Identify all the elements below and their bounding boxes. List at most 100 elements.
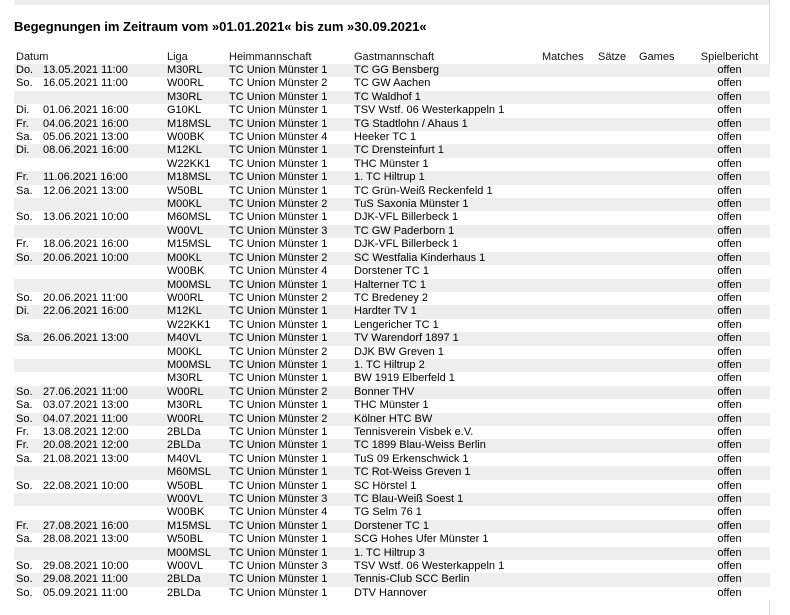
cell-guest-team: TG Selm 76 1 (352, 506, 540, 520)
cell-liga: W00BK (165, 265, 227, 279)
cell-matches (540, 546, 596, 561)
cell-liga: M00KL (165, 198, 227, 212)
cell-liga: W00VL (165, 224, 227, 239)
cell-guest-team: Tennisverein Visbek e.V. (352, 425, 540, 440)
cell-saetze (596, 171, 637, 185)
cell-home-team: TC Union Münster 3 (227, 560, 352, 574)
cell-matches (540, 439, 596, 453)
cell-weekday: Sa. (14, 332, 41, 346)
cell-guest-team: THC Münster 1 (352, 157, 540, 172)
cell-datetime (41, 345, 165, 359)
cell-games (637, 399, 687, 413)
cell-weekday: Sa. (14, 452, 41, 467)
table-row: Di. 01.06.2021 16:00 G10KL TC Union Münster… (14, 104, 770, 118)
cell-weekday: Fr. (14, 117, 41, 132)
table-row: W22KK1 TC Union Münster 1 Lengericher TC 1… (14, 318, 770, 333)
cell-liga: G10KL (165, 104, 227, 118)
cell-liga: M30RL (165, 90, 227, 105)
cell-liga: 2BLDa (165, 439, 227, 453)
cell-saetze (596, 64, 637, 78)
cell-matches (540, 506, 596, 520)
cell-guest-team: SC Westfalia Kinderhaus 1 (352, 251, 540, 266)
cell-games (637, 452, 687, 467)
table-row: So. 22.08.2021 10:00 W50BL TC Union Münster… (14, 479, 770, 493)
cell-datetime: 27.06.2021 11:00 (41, 385, 165, 400)
cell-matches (540, 291, 596, 306)
cell-guest-team: SC Hörstel 1 (352, 479, 540, 493)
cell-spielbericht: offen (687, 77, 770, 91)
cell-weekday (14, 90, 41, 105)
cell-matches (540, 533, 596, 547)
table-row: M00MSL TC Union Münster 1 Halterner TC 1 of… (14, 278, 770, 292)
cell-home-team: TC Union Münster 1 (227, 171, 352, 185)
table-row: M00KL TC Union Münster 2 TuS Saxonia Münst… (14, 198, 770, 212)
column-header-heimmannschaft: Heimmannschaft (229, 51, 312, 63)
cell-spielbericht: offen (687, 425, 770, 440)
cell-guest-team: TC GW Aachen (352, 77, 540, 91)
cell-saetze (596, 533, 637, 547)
table-row: Di. 22.06.2021 16:00 M12KL TC Union Münster… (14, 305, 770, 319)
cell-liga: M12KL (165, 305, 227, 319)
cell-guest-team: TuS 09 Erkenschwick 1 (352, 452, 540, 467)
column-header-saetze: Sätze (598, 51, 627, 63)
cell-liga: 2BLDa (165, 425, 227, 440)
table-row: W00VL TC Union Münster 3 TC GW Paderborn 1… (14, 224, 770, 239)
table-row: So. 04.07.2021 11:00 W00RL TC Union Münster… (14, 412, 770, 426)
cell-spielbericht: offen (687, 90, 770, 105)
cell-weekday (14, 278, 41, 292)
cell-datetime (41, 157, 165, 172)
cell-games (637, 224, 687, 239)
cell-weekday: So. (14, 573, 41, 587)
cell-saetze (596, 439, 637, 453)
cell-datetime: 13.06.2021 10:00 (41, 211, 165, 225)
cell-saetze (596, 198, 637, 212)
cell-liga: M00KL (165, 345, 227, 359)
cell-home-team: TC Union Münster 1 (227, 519, 352, 534)
cell-datetime: 13.08.2021 12:00 (41, 425, 165, 440)
cell-games (637, 291, 687, 306)
cell-weekday: Sa. (14, 184, 41, 199)
cell-saetze (596, 238, 637, 252)
cell-weekday: So. (14, 291, 41, 306)
cell-spielbericht: offen (687, 291, 770, 306)
cell-guest-team: TC 1899 Blau-Weiss Berlin (352, 439, 540, 453)
cell-spielbericht: offen (687, 479, 770, 493)
cell-saetze (596, 385, 637, 400)
cell-guest-team: DJK-VFL Billerbeck 1 (352, 211, 540, 225)
cell-weekday: So. (14, 385, 41, 400)
cell-spielbericht: offen (687, 385, 770, 400)
table-row: Di. 08.06.2021 16:00 M12KL TC Union Münster… (14, 144, 770, 158)
cell-liga: W00VL (165, 560, 227, 574)
cell-guest-team: DTV Hannover (352, 586, 540, 601)
cell-guest-team: TC GW Paderborn 1 (352, 224, 540, 239)
table-row: M00MSL TC Union Münster 1 1. TC Hiltrup 3 o… (14, 546, 770, 561)
cell-spielbericht: offen (687, 439, 770, 453)
cell-guest-team: TC Rot-Weiss Greven 1 (352, 466, 540, 480)
cell-games (637, 318, 687, 333)
cell-saetze (596, 546, 637, 561)
cell-saetze (596, 452, 637, 467)
cell-home-team: TC Union Münster 1 (227, 479, 352, 493)
cell-liga: W00RL (165, 385, 227, 400)
cell-games (637, 265, 687, 279)
cell-guest-team: TC Waldhof 1 (352, 90, 540, 105)
cell-datetime: 29.08.2021 10:00 (41, 560, 165, 574)
page: Begegnungen im Zeitraum vom »01.01.2021«… (0, 0, 790, 615)
cell-saetze (596, 399, 637, 413)
cell-weekday: Fr. (14, 439, 41, 453)
cell-datetime (41, 318, 165, 333)
cell-spielbericht: offen (687, 184, 770, 199)
table-row: M60MSL TC Union Münster 1 TC Rot-Weiss Gre… (14, 466, 770, 480)
table-row: Fr. 27.08.2021 16:00 M15MSL TC Union Münste… (14, 519, 770, 534)
cell-datetime (41, 265, 165, 279)
cell-liga: W00RL (165, 291, 227, 306)
cell-matches (540, 238, 596, 252)
cell-spielbericht: offen (687, 412, 770, 426)
table-row: Sa. 28.08.2021 13:00 W50BL TC Union Münster… (14, 533, 770, 547)
cell-guest-team: TC Bredeney 2 (352, 291, 540, 306)
cell-matches (540, 358, 596, 373)
cell-datetime (41, 466, 165, 480)
cell-games (637, 77, 687, 91)
cell-guest-team: DJK-VFL Billerbeck 1 (352, 238, 540, 252)
cell-home-team: TC Union Münster 1 (227, 332, 352, 346)
